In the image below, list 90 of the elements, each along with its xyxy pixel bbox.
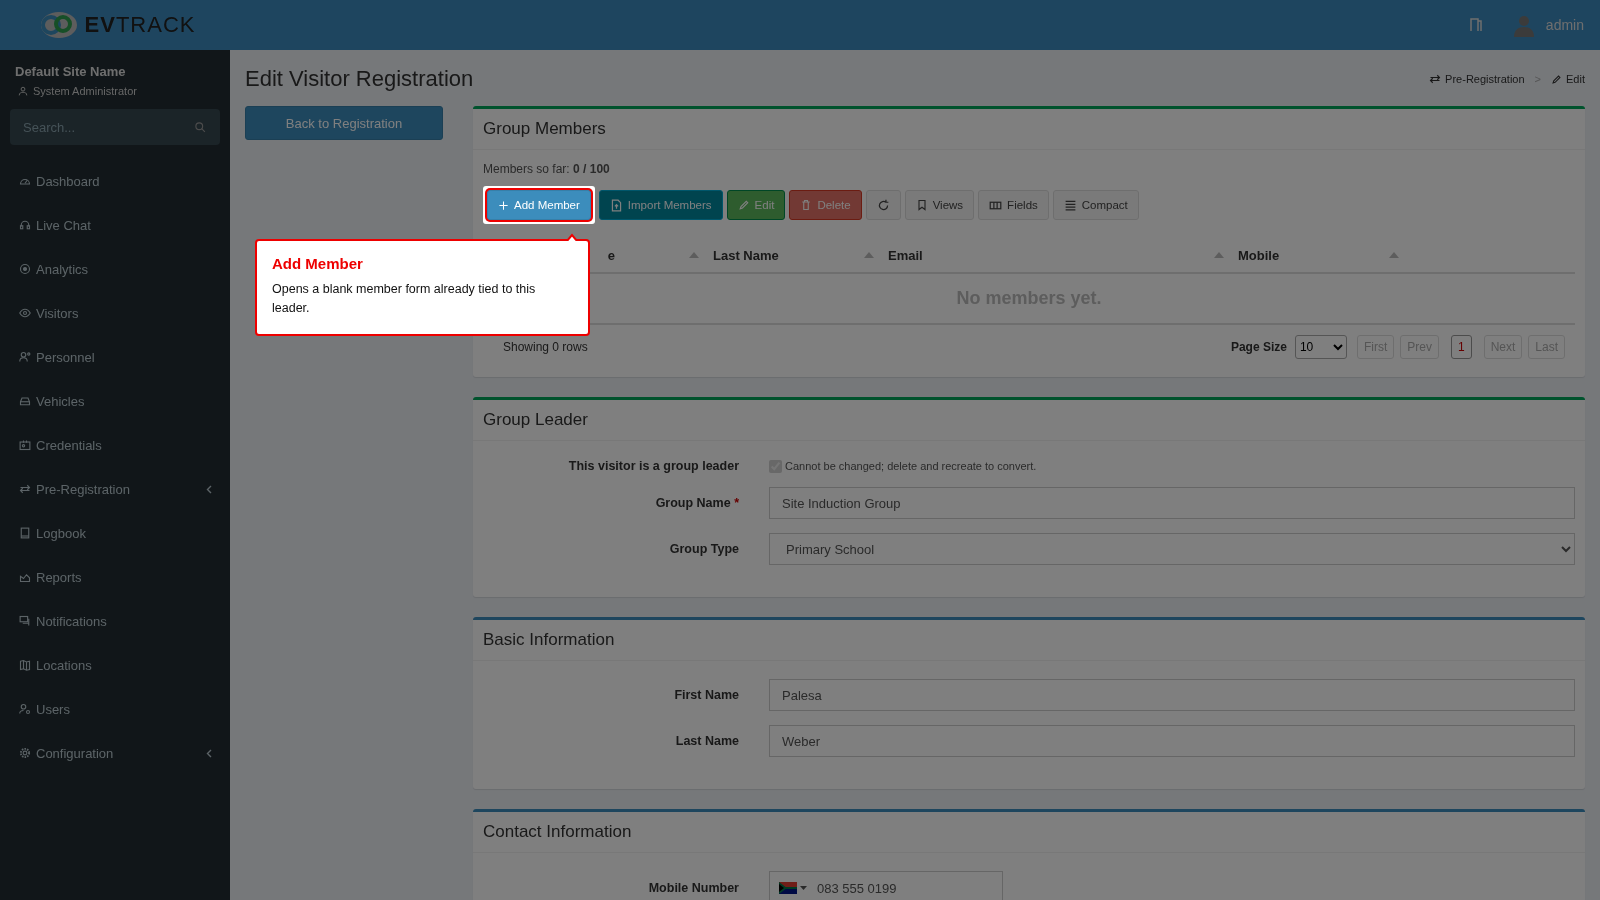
sidebar-item[interactable]: Credentials bbox=[0, 423, 230, 467]
car-icon bbox=[19, 395, 31, 407]
chart-icon bbox=[19, 571, 31, 583]
site-name: Default Site Name bbox=[14, 63, 127, 79]
sidebar-item[interactable]: Dashboard bbox=[0, 159, 230, 203]
sidebar-item[interactable]: Notifications bbox=[0, 599, 230, 643]
toolbar-button[interactable]: Views bbox=[904, 190, 975, 220]
sort-arrow-icon[interactable] bbox=[1214, 252, 1224, 258]
card-title: Contact Information bbox=[473, 812, 1585, 853]
sidebar-item[interactable]: Configuration bbox=[0, 731, 230, 775]
phone-field[interactable]: 083 555 0199 bbox=[769, 871, 1003, 900]
column-header[interactable]: e bbox=[607, 247, 615, 263]
target-icon bbox=[19, 263, 31, 275]
sidebar-item[interactable]: Live Chat bbox=[0, 203, 230, 247]
toolbar-button[interactable]: Import Members bbox=[598, 190, 723, 220]
column-header[interactable]: Mobile bbox=[1238, 247, 1280, 263]
pencil-icon bbox=[1551, 73, 1563, 85]
checkbox-hint: Cannot be changed; delete and recreate to convert. bbox=[785, 460, 1037, 472]
sort-arrow-icon[interactable] bbox=[689, 252, 699, 258]
toolbar-button[interactable]: Add Member bbox=[487, 190, 591, 220]
caret-icon bbox=[800, 885, 807, 891]
pager-button[interactable]: 1 bbox=[1450, 335, 1472, 359]
user-icon bbox=[18, 86, 28, 96]
column-header[interactable]: Email bbox=[888, 247, 923, 263]
sidebar-item[interactable]: Analytics bbox=[0, 247, 230, 291]
sidebar-item[interactable]: Logbook bbox=[0, 511, 230, 555]
person-icon bbox=[19, 351, 31, 363]
field-label: Group Name * bbox=[654, 496, 739, 510]
door-icon[interactable] bbox=[1469, 18, 1482, 32]
trash-icon bbox=[800, 199, 813, 211]
member-count: Members so far: 0 / 100 bbox=[483, 162, 610, 176]
refresh-button[interactable] bbox=[865, 190, 901, 220]
sidebar-item[interactable]: Vehicles bbox=[0, 379, 230, 423]
plus-icon bbox=[498, 199, 509, 211]
row-count: Showing 0 rows bbox=[503, 340, 588, 354]
id-card-icon bbox=[19, 439, 31, 451]
swap-arrows-icon bbox=[19, 483, 31, 495]
breadcrumb-separator: > bbox=[1534, 73, 1542, 85]
sort-arrow-icon[interactable] bbox=[864, 252, 874, 258]
breadcrumb-link[interactable]: Edit bbox=[1566, 73, 1585, 85]
toolbar-button[interactable]: Fields bbox=[978, 190, 1049, 220]
field-label: Last Name bbox=[674, 734, 739, 748]
pencil-icon bbox=[737, 199, 750, 211]
breadcrumb-link[interactable]: Pre-Registration bbox=[1445, 73, 1525, 85]
map-icon bbox=[19, 659, 31, 671]
bookmark-icon bbox=[915, 199, 928, 211]
sidebar-item[interactable]: Personnel bbox=[0, 335, 230, 379]
lines-icon bbox=[1063, 198, 1077, 212]
page-size-label: Page Size bbox=[1230, 340, 1287, 354]
sidebar-item[interactable]: Users bbox=[0, 687, 230, 731]
file-upload-icon bbox=[609, 198, 623, 212]
sidebar-item[interactable]: Reports bbox=[0, 555, 230, 599]
card-title: Group Leader bbox=[473, 400, 1585, 441]
sidebar-item[interactable]: Locations bbox=[0, 643, 230, 687]
sort-arrow-icon[interactable] bbox=[1389, 252, 1399, 258]
refresh-icon bbox=[876, 198, 890, 212]
text-field[interactable]: Weber bbox=[769, 725, 1575, 757]
toolbar-button[interactable]: Delete bbox=[789, 190, 862, 220]
user-gear-icon bbox=[19, 703, 31, 715]
card-title: Group Members bbox=[473, 109, 1585, 150]
card-title: Basic Information bbox=[473, 620, 1585, 661]
field-label: Mobile Number bbox=[647, 881, 739, 895]
eye-icon bbox=[19, 307, 31, 319]
select-field[interactable]: Primary School bbox=[769, 533, 1575, 565]
user-name[interactable]: admin bbox=[1545, 17, 1584, 33]
brand-logo: EVTRACK bbox=[84, 12, 196, 38]
page-size-select[interactable]: 10 bbox=[1294, 335, 1347, 359]
gear-icon bbox=[19, 747, 31, 759]
field-label: This visitor is a group leader bbox=[567, 459, 739, 473]
chat-icon bbox=[19, 615, 31, 627]
headset-icon bbox=[19, 219, 31, 231]
text-field[interactable]: Site Induction Group bbox=[769, 487, 1575, 519]
page-title: Edit Visitor Registration bbox=[245, 66, 474, 92]
toolbar-button[interactable]: Compact bbox=[1052, 190, 1139, 220]
field-label: First Name bbox=[673, 688, 739, 702]
sidebar-item[interactable]: Visitors bbox=[0, 291, 230, 335]
user-role: System Administrator bbox=[33, 85, 137, 97]
swap-arrows-icon bbox=[1429, 73, 1442, 85]
sidebar-item[interactable]: Pre-Registration bbox=[0, 467, 230, 511]
field-label: Group Type bbox=[668, 542, 739, 556]
tooltip-title: Add Member bbox=[272, 255, 364, 272]
text-field[interactable]: Palesa bbox=[769, 679, 1575, 711]
avatar-icon[interactable] bbox=[1511, 13, 1536, 37]
column-header[interactable]: Last Name bbox=[713, 247, 779, 263]
book-icon bbox=[19, 527, 31, 539]
back-button[interactable]: Back to Registration bbox=[245, 106, 443, 140]
search-icon bbox=[194, 121, 206, 133]
toolbar-button[interactable]: Edit bbox=[726, 190, 786, 220]
tooltip-text: Opens a blank member form already tied to this leader. bbox=[272, 281, 537, 317]
flag-icon bbox=[779, 882, 797, 894]
